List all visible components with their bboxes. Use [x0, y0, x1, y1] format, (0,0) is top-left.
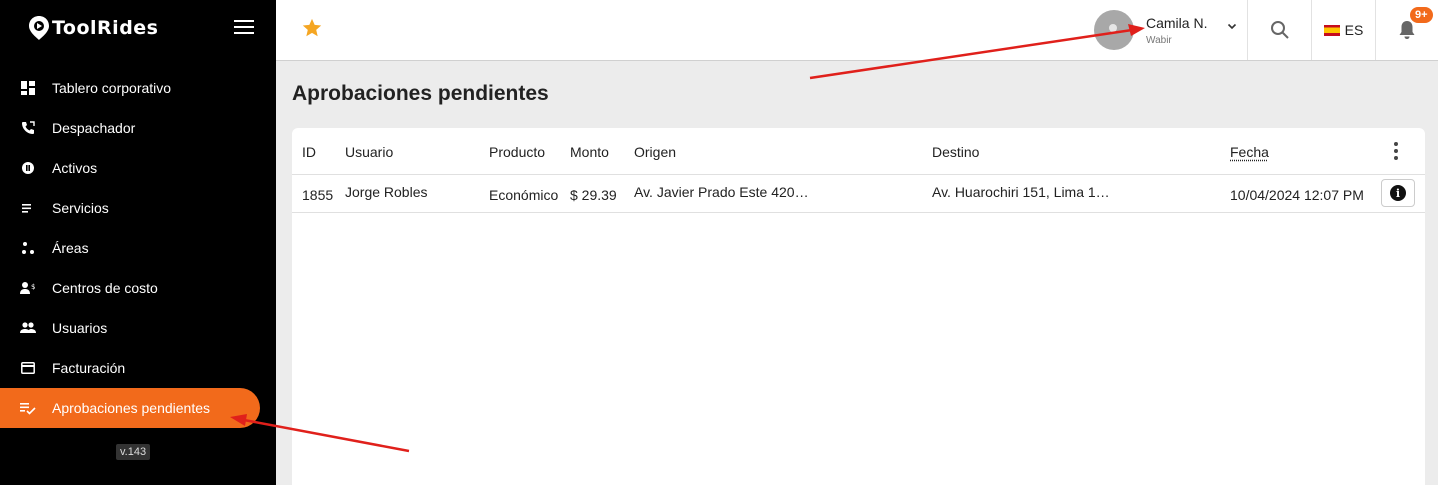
credit-card-icon: [20, 360, 36, 376]
language-label: ES: [1344, 22, 1364, 38]
avatar: [1094, 10, 1134, 50]
sidebar-item-servicios[interactable]: Servicios: [0, 188, 276, 228]
sidebar-item-label: Áreas: [52, 240, 89, 256]
sidebar-item-label: Servicios: [52, 200, 109, 216]
chevron-down-icon: [1227, 23, 1237, 30]
version-badge: v.143: [116, 444, 151, 460]
phone-icon: [20, 120, 36, 136]
sidebar-item-usuarios[interactable]: Usuarios: [0, 308, 276, 348]
user-name: Camila N.: [1146, 14, 1208, 31]
cell-origen: Av. Javier Prado Este 420…: [634, 184, 809, 200]
logo-text: ToolRides: [52, 17, 159, 39]
list-icon: [20, 200, 36, 216]
sidebar-item-areas[interactable]: Áreas: [0, 228, 276, 268]
search-button[interactable]: [1247, 0, 1311, 60]
sidebar-item-label: Activos: [52, 160, 98, 176]
info-icon: i: [1390, 185, 1406, 201]
sidebar: ToolRides Tablero corporativo Despachado…: [0, 0, 276, 485]
sidebar-item-label: Centros de costo: [52, 280, 158, 296]
table-row[interactable]: 1855 Jorge Robles Económico $ 29.39 Av. …: [292, 175, 1425, 213]
sidebar-item-aprobaciones-pendientes[interactable]: Aprobaciones pendientes: [0, 388, 260, 428]
search-icon: [1270, 21, 1289, 39]
location-pin-icon: [29, 16, 49, 40]
sidebar-item-label: Despachador: [52, 120, 136, 136]
location-dot-icon: [20, 160, 36, 176]
sidebar-item-label: Facturación: [52, 360, 126, 376]
bell-icon: [1399, 21, 1415, 39]
cell-usuario: Jorge Robles: [345, 184, 428, 200]
user-company: Wabir: [1146, 34, 1172, 46]
sidebar-item-despachador[interactable]: Despachador: [0, 108, 276, 148]
more-options-icon[interactable]: [1390, 142, 1402, 162]
dashboard-icon: [20, 80, 36, 96]
column-header-usuario[interactable]: Usuario: [345, 144, 393, 160]
spain-flag-icon: [1323, 24, 1340, 36]
column-header-origen[interactable]: Origen: [634, 144, 676, 160]
column-header-producto[interactable]: Producto: [489, 144, 545, 160]
user-menu[interactable]: Camila N. Wabir: [1094, 6, 1237, 54]
star-icon[interactable]: [301, 17, 323, 39]
sidebar-item-centros-de-costo[interactable]: $ Centros de costo: [0, 268, 276, 308]
sidebar-item-tablero-corporativo[interactable]: Tablero corporativo: [0, 68, 276, 108]
cell-producto: Económico: [489, 187, 559, 203]
row-info-button[interactable]: i: [1381, 179, 1415, 207]
column-header-destino[interactable]: Destino: [932, 144, 979, 160]
cell-destino: Av. Huarochiri 151, Lima 1…: [932, 184, 1110, 200]
table-header: ID Usuario Producto Monto Origen Destino…: [292, 128, 1425, 175]
language-selector[interactable]: ES: [1311, 0, 1375, 60]
menu-toggle-icon[interactable]: [234, 20, 254, 36]
cell-monto: $ 29.39: [570, 187, 617, 203]
sidebar-item-label: Usuarios: [52, 320, 108, 336]
sidebar-item-label: Aprobaciones pendientes: [52, 400, 211, 416]
user-info: Camila N. Wabir: [1146, 15, 1207, 46]
sidebar-item-label: Tablero corporativo: [52, 80, 172, 96]
cell-fecha: 10/04/2024 12:07 PM: [1230, 187, 1364, 203]
notifications-button[interactable]: 9+: [1375, 0, 1438, 60]
people-cost-icon: $: [20, 280, 36, 296]
sidebar-item-facturacion[interactable]: Facturación: [0, 348, 276, 388]
page-title: Aprobaciones pendientes: [292, 82, 549, 105]
svg-text:$: $: [31, 283, 35, 291]
sidebar-nav: Tablero corporativo Despachador Activos …: [0, 68, 276, 428]
top-header: Camila N. Wabir ES 9+: [276, 0, 1438, 61]
checklist-icon: [20, 400, 36, 416]
scatter-icon: [20, 240, 36, 256]
group-icon: [20, 320, 36, 336]
approvals-table: ID Usuario Producto Monto Origen Destino…: [292, 128, 1425, 485]
column-header-monto[interactable]: Monto: [570, 144, 609, 160]
column-header-fecha[interactable]: Fecha: [1230, 144, 1269, 160]
column-header-id[interactable]: ID: [302, 144, 316, 160]
notification-count-badge: 9+: [1410, 7, 1433, 23]
logo[interactable]: ToolRides: [0, 0, 276, 56]
cell-id: 1855: [302, 187, 334, 203]
sidebar-item-activos[interactable]: Activos: [0, 148, 276, 188]
